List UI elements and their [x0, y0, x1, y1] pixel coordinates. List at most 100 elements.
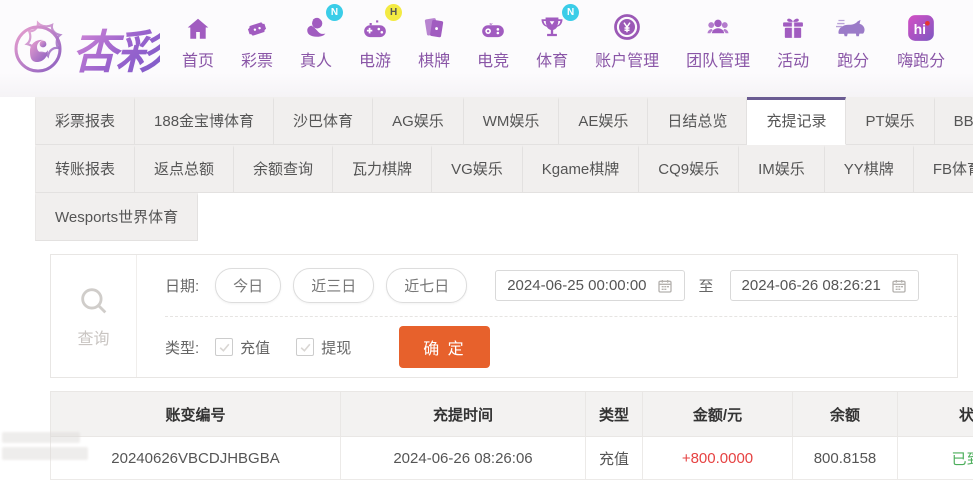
- filter-controls: 日期: 今日 近三日 近七日 2024-06-25 00:00:00 至 202…: [137, 255, 957, 377]
- new-badge: N: [326, 4, 344, 21]
- main-nav: 首页 N 彩票 N 真人 H 电游 棋牌: [182, 4, 945, 85]
- checkbox-label: 提现: [321, 339, 352, 357]
- table-row: 20240626VBCDJHBGBA 2024-06-26 08:26:06 充…: [50, 436, 973, 480]
- nav-item-account-management[interactable]: 账户管理: [595, 12, 659, 71]
- quick-range-3days-button[interactable]: 近三日: [293, 268, 375, 303]
- nav-item-label: 首页: [182, 53, 215, 70]
- new-badge: N: [562, 4, 580, 21]
- svg-text:hi: hi: [914, 21, 926, 37]
- date-from-value: 2024-06-25 00:00:00: [507, 277, 647, 294]
- tab-balance-query[interactable]: 余额查询: [234, 145, 334, 193]
- nav-item-paofen[interactable]: 跑分: [836, 12, 870, 71]
- tab-ag[interactable]: AG娱乐: [373, 97, 464, 145]
- cards-icon: [420, 12, 448, 42]
- type-label: 类型:: [165, 339, 200, 357]
- nav-item-activities[interactable]: 活动: [777, 12, 809, 71]
- tab-bbin[interactable]: BBIN: [934, 97, 973, 145]
- tab-cq9[interactable]: CQ9娱乐: [639, 145, 740, 193]
- cell-amount: +800.0000: [642, 436, 793, 480]
- nav-item-label: 体育: [536, 53, 569, 70]
- date-filter-row: 日期: 今日 近三日 近七日 2024-06-25 00:00:00 至 202…: [165, 255, 957, 316]
- nav-item-label: 团队管理: [686, 53, 751, 70]
- team-icon: [703, 12, 733, 42]
- cell-type: 充值: [585, 436, 643, 480]
- nav-item-home[interactable]: 首页: [182, 12, 214, 71]
- yuan-circle-icon: [612, 12, 642, 42]
- col-header-type: 类型: [585, 391, 643, 437]
- gift-icon: [779, 12, 807, 42]
- tab-188-sports[interactable]: 188金宝博体育: [135, 97, 275, 145]
- nav-item-label: 嗨跑分: [897, 53, 946, 70]
- deposit-checkbox[interactable]: 充值: [215, 337, 270, 358]
- quick-range-today-button[interactable]: 今日: [215, 268, 282, 303]
- type-filter-row: 类型: 充值 提现 确 定: [165, 316, 957, 377]
- query-label: 查询: [77, 330, 110, 348]
- tab-rebate-total[interactable]: 返点总额: [135, 145, 235, 193]
- tab-wm[interactable]: WM娱乐: [463, 97, 560, 145]
- date-to-value: 2024-06-26 08:26:21: [741, 277, 881, 294]
- col-header-change-id: 账变编号: [50, 391, 341, 437]
- col-header-balance: 余额: [792, 391, 898, 437]
- top-header: 杏彩 首页 N 彩票 N 真人 H 电游: [0, 0, 973, 97]
- tab-pt[interactable]: PT娱乐: [846, 97, 935, 145]
- tab-saba-sports[interactable]: 沙巴体育: [274, 97, 374, 145]
- tab-lottery-report[interactable]: 彩票报表: [35, 97, 136, 145]
- nav-item-boardgames[interactable]: 棋牌: [418, 12, 450, 71]
- nav-item-lottery[interactable]: N 彩票: [241, 12, 273, 71]
- confirm-button[interactable]: 确 定: [399, 326, 490, 368]
- nav-item-sports[interactable]: N 体育: [536, 4, 580, 71]
- tab-wesports[interactable]: Wesports世界体育: [35, 193, 199, 241]
- quick-range-7days-button[interactable]: 近七日: [386, 268, 468, 303]
- watermark: [2, 432, 88, 460]
- tab-vg[interactable]: VG娱乐: [432, 145, 523, 193]
- col-header-amount: 金额/元: [642, 391, 793, 437]
- nav-item-egames[interactable]: H 电游: [359, 4, 403, 71]
- tab-row-2: 转账报表 返点总额 余额查询 瓦力棋牌 VG娱乐 Kgame棋牌 CQ9娱乐 I…: [35, 145, 973, 193]
- nav-item-label: 活动: [777, 53, 810, 70]
- nav-item-team-management[interactable]: 团队管理: [686, 12, 750, 71]
- nav-item-label: 真人: [300, 53, 333, 70]
- nav-item-hipaofen[interactable]: hi 嗨跑分: [897, 12, 945, 71]
- ticket-icon: [243, 12, 271, 42]
- date-from-input[interactable]: 2024-06-25 00:00:00: [495, 270, 685, 301]
- calendar-icon[interactable]: [891, 278, 907, 294]
- checkbox-icon[interactable]: [215, 338, 234, 356]
- search-icon: [80, 287, 106, 313]
- hot-badge: H: [385, 4, 403, 21]
- nav-item-label: 跑分: [837, 53, 870, 70]
- trophy-icon: [538, 12, 566, 42]
- nav-item-live[interactable]: N 真人: [300, 4, 344, 71]
- tab-yy[interactable]: YY棋牌: [824, 145, 914, 193]
- tab-row-1: 彩票报表 188金宝博体育 沙巴体育 AG娱乐 WM娱乐 AE娱乐 日结总览 充…: [35, 97, 973, 145]
- brand-name: 杏彩: [72, 16, 162, 82]
- tab-deposit-withdraw-records[interactable]: 充提记录: [747, 97, 847, 145]
- tab-row-3: Wesports世界体育: [35, 193, 973, 241]
- report-tabs: 彩票报表 188金宝博体育 沙巴体育 AG娱乐 WM娱乐 AE娱乐 日结总览 充…: [35, 97, 973, 241]
- withdraw-checkbox[interactable]: 提现: [296, 337, 351, 358]
- cell-status: 已到账: [897, 436, 973, 480]
- tab-fb-sports[interactable]: FB体育: [913, 145, 973, 193]
- tab-transfer-report[interactable]: 转账报表: [35, 145, 136, 193]
- tab-daily-summary[interactable]: 日结总览: [648, 97, 748, 145]
- tab-wali[interactable]: 瓦力棋牌: [333, 145, 433, 193]
- esports-gamepad-icon: [478, 12, 508, 42]
- checkbox-icon[interactable]: [296, 338, 315, 356]
- records-table: 账变编号 充提时间 类型 金额/元 余额 状态 20240626VBCDJHBG…: [50, 391, 973, 480]
- filter-panel: 查询 日期: 今日 近三日 近七日 2024-06-25 00:00:00 至 …: [50, 254, 958, 378]
- calendar-icon[interactable]: [657, 278, 673, 294]
- nav-item-label: 账户管理: [595, 53, 660, 70]
- date-to-input[interactable]: 2024-06-26 08:26:21: [729, 270, 919, 301]
- home-icon: [184, 12, 212, 42]
- col-header-time: 充提时间: [340, 391, 586, 437]
- lotus-emblem-icon: [14, 19, 63, 72]
- table-header-row: 账变编号 充提时间 类型 金额/元 余额 状态: [50, 391, 973, 437]
- checkbox-label: 充值: [240, 339, 271, 357]
- live-person-icon: [302, 12, 330, 42]
- col-header-status: 状态: [897, 391, 973, 437]
- tab-ae[interactable]: AE娱乐: [559, 97, 649, 145]
- cell-time: 2024-06-26 08:26:06: [340, 436, 586, 480]
- tab-kgame[interactable]: Kgame棋牌: [522, 145, 640, 193]
- brand-logo[interactable]: 杏彩: [6, 16, 162, 82]
- nav-item-esports[interactable]: 电竞: [477, 12, 509, 71]
- tab-im[interactable]: IM娱乐: [739, 145, 825, 193]
